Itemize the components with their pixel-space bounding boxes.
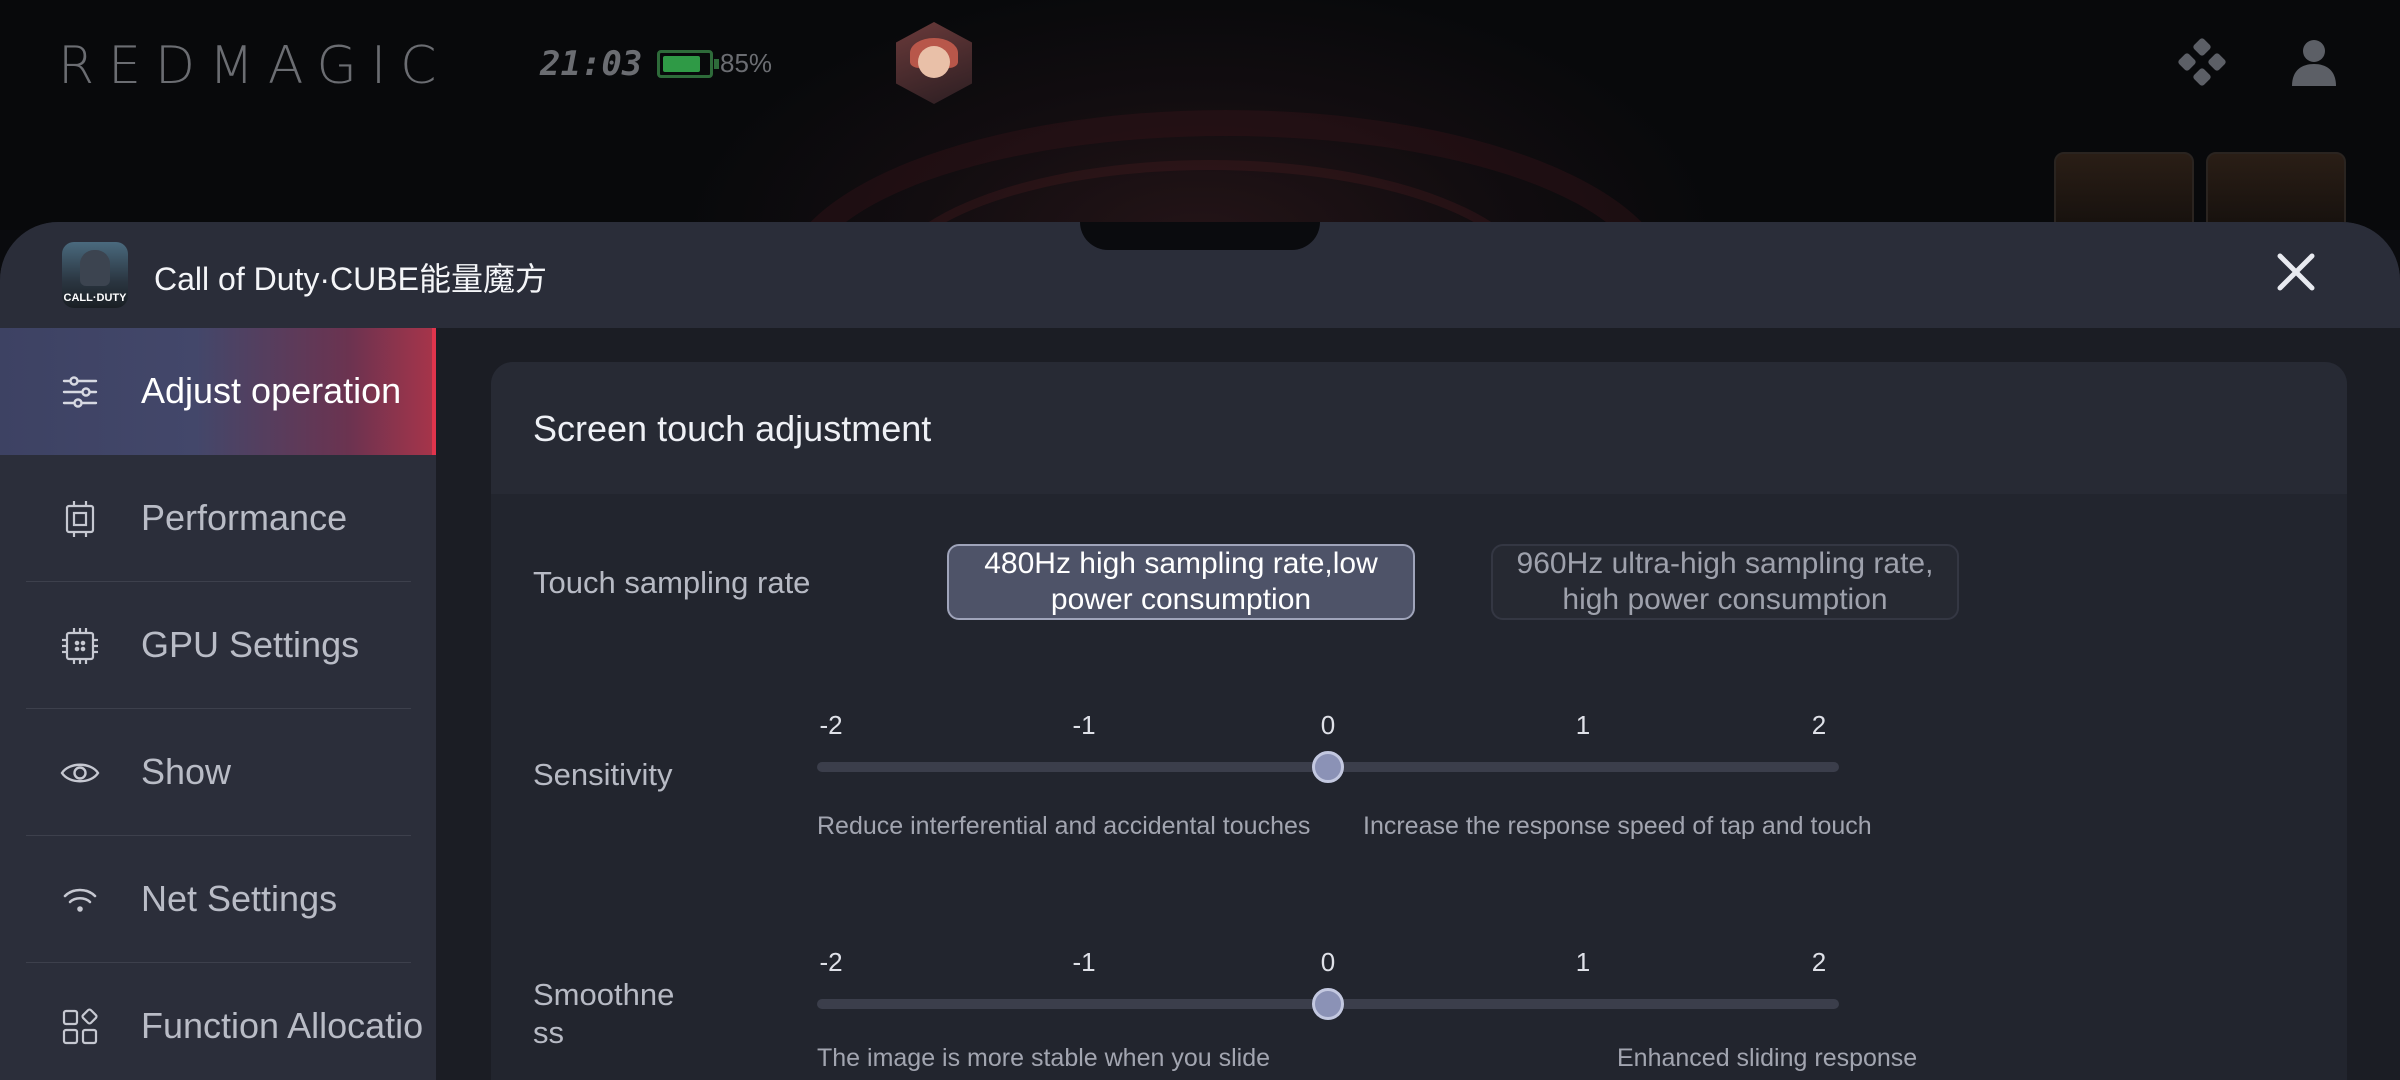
gpu-icon xyxy=(62,628,98,664)
touch-adjustment-card: Screen touch adjustment Touch sampling r… xyxy=(491,362,2347,1080)
app-icon: CALL·DUTY xyxy=(62,242,128,308)
clock: 21:03 xyxy=(540,44,643,84)
wifi-icon xyxy=(63,888,97,912)
brand-logo: REDMAGIC xyxy=(58,36,451,96)
sensitivity-tick: -2 xyxy=(819,710,843,740)
sampling-option-960hz[interactable]: 960Hz ultra-high sampling rate, high pow… xyxy=(1491,544,1959,620)
sidebar-item-net-settings[interactable]: Net Settings xyxy=(0,836,436,963)
sidebar-item-label: Adjust operation xyxy=(141,370,402,411)
smoothness-label: Smoothne ss xyxy=(533,977,675,1050)
smoothness-hint-left: The image is more stable when you slide xyxy=(817,1044,1271,1072)
sidebar-item-label: Show xyxy=(141,751,232,792)
battery-fill xyxy=(663,56,700,72)
battery-percentage: 85% xyxy=(720,48,773,78)
sidebar-item-adjust-operation[interactable]: Adjust operation xyxy=(0,328,436,455)
smoothness-tick: 0 xyxy=(1320,947,1336,977)
settings-sidebar: Adjust operation Performance GPU Setting… xyxy=(0,328,436,1080)
smoothness-tick: -2 xyxy=(819,947,843,977)
sensitivity-tick: 2 xyxy=(1811,710,1827,740)
close-icon[interactable] xyxy=(2268,244,2324,300)
chip-icon xyxy=(65,501,95,537)
sensitivity-tick: 1 xyxy=(1575,710,1591,740)
sidebar-item-label: Function Allocatio xyxy=(141,1005,424,1046)
sidebar-item-label: Net Settings xyxy=(141,878,338,919)
smoothness-tick: -1 xyxy=(1072,947,1096,977)
sensitivity-tick: 0 xyxy=(1320,710,1336,740)
sensitivity-tick: -1 xyxy=(1072,710,1096,740)
sidebar-item-function-allocation[interactable]: Function Allocatio xyxy=(0,963,436,1080)
sensitivity-hint-right: Increase the response speed of tap and t… xyxy=(1363,812,1872,840)
sliders-icon xyxy=(62,376,98,408)
app-title: Call of Duty·CUBE能量魔方 xyxy=(154,261,547,297)
battery-icon xyxy=(657,50,719,78)
player-avatar[interactable] xyxy=(896,22,972,104)
sensitivity-label: Sensitivity xyxy=(533,757,673,792)
touch-sampling-label: Touch sampling rate xyxy=(533,565,811,600)
smoothness-hint-right: Enhanced sliding response xyxy=(1617,1044,1918,1072)
sidebar-item-label: GPU Settings xyxy=(141,624,360,665)
settings-content: Screen touch adjustment Touch sampling r… xyxy=(436,328,2400,1080)
apps-icon xyxy=(62,1008,98,1045)
sensitivity-slider-thumb[interactable] xyxy=(1312,751,1344,783)
user-icon[interactable] xyxy=(2288,36,2340,88)
smoothness-slider-thumb[interactable] xyxy=(1312,988,1344,1020)
smoothness-tick: 2 xyxy=(1811,947,1827,977)
sidebar-item-show[interactable]: Show xyxy=(0,709,436,836)
game-topbar: REDMAGIC 21:03 85% xyxy=(0,0,2400,462)
sidebar-item-label: Performance xyxy=(141,497,348,538)
sidebar-item-performance[interactable]: Performance xyxy=(0,455,436,582)
panel-notch xyxy=(1080,222,1320,250)
sampling-option-480hz[interactable]: 480Hz high sampling rate,low power consu… xyxy=(947,544,1415,620)
game-settings-panel: CALL·DUTY Call of Duty·CUBE能量魔方 Adjust o… xyxy=(0,222,2400,1080)
gamepad-icon[interactable] xyxy=(2176,36,2228,88)
sidebar-item-gpu-settings[interactable]: GPU Settings xyxy=(0,582,436,709)
sensitivity-hint-left: Reduce interferential and accidental tou… xyxy=(817,812,1311,840)
smoothness-tick: 1 xyxy=(1575,947,1591,977)
eye-icon xyxy=(60,763,100,783)
section-title: Screen touch adjustment xyxy=(533,408,932,449)
